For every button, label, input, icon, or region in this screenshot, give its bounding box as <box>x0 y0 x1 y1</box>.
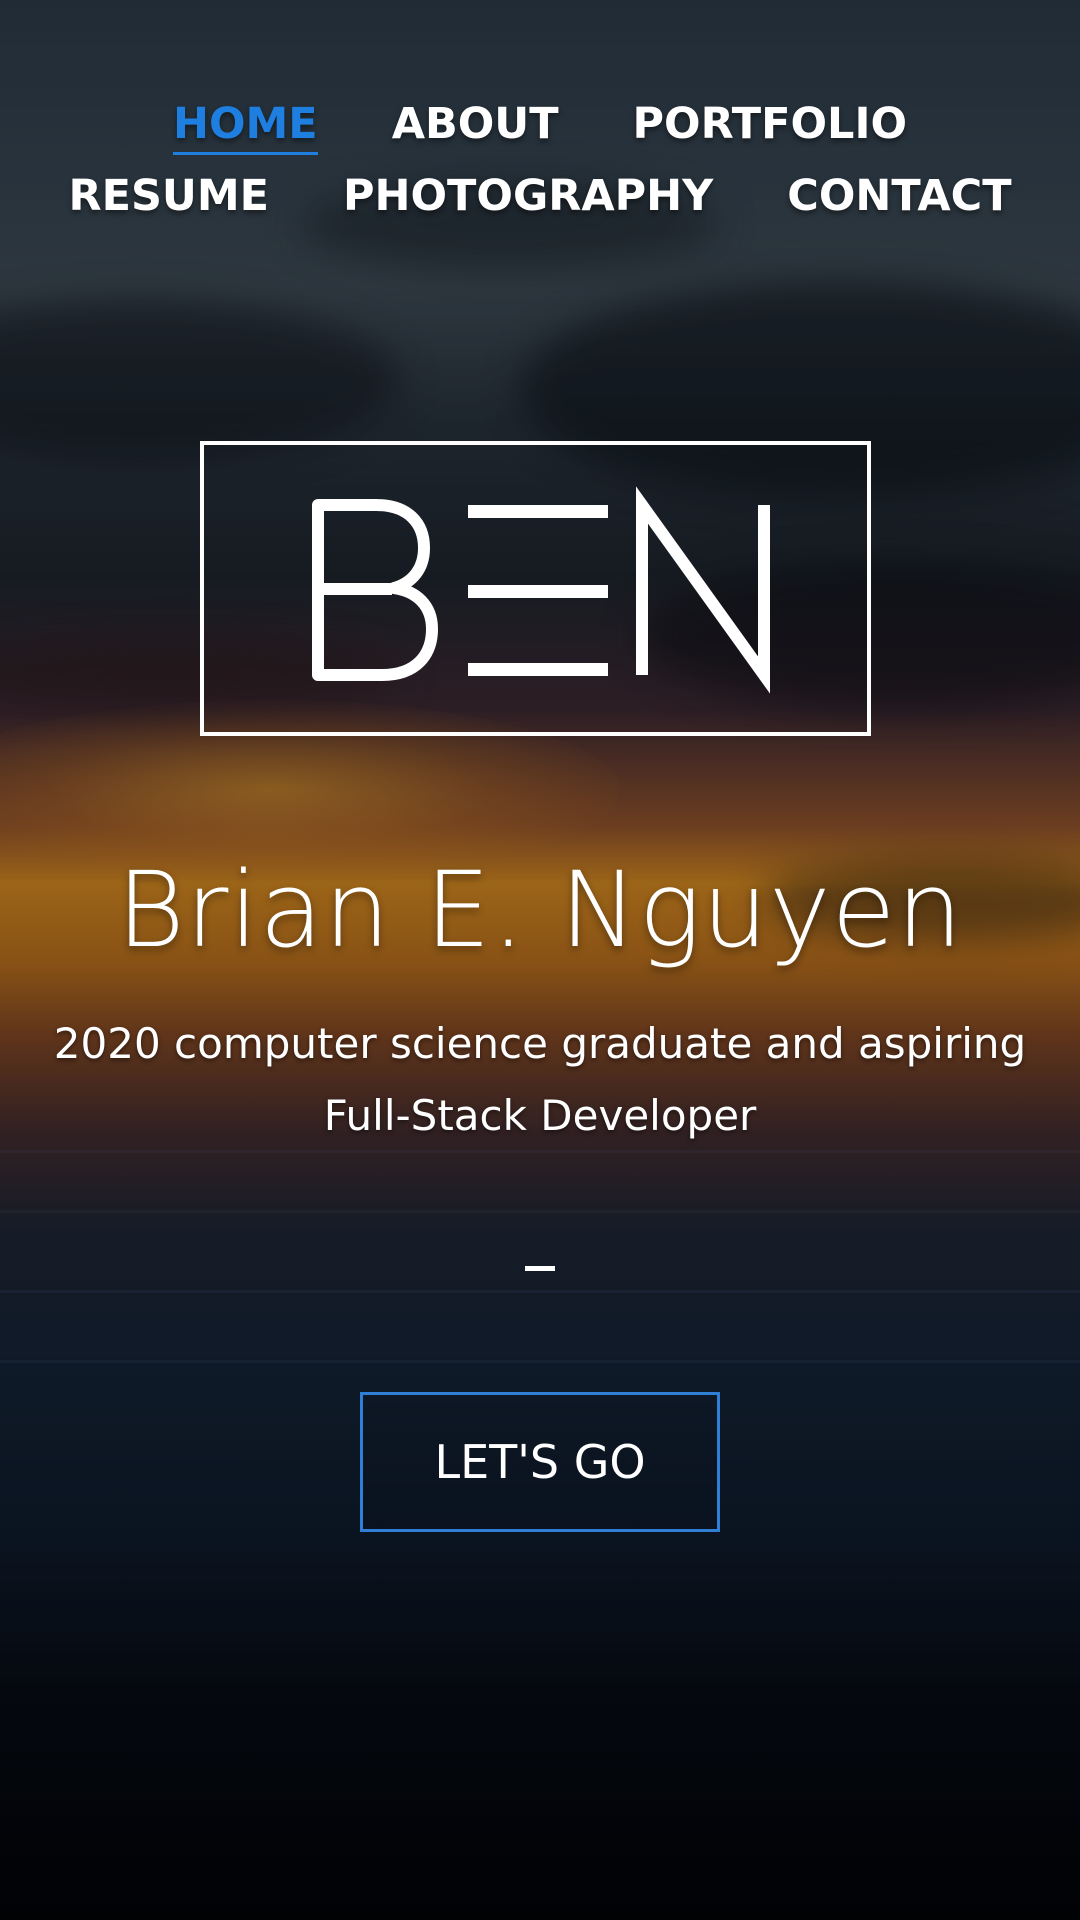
main-nav: HOME ABOUT PORTFOLIO RESUME PHOTOGRAPHY … <box>0 96 1080 240</box>
page: HOME ABOUT PORTFOLIO RESUME PHOTOGRAPHY … <box>0 0 1080 1920</box>
nav-row-2: RESUME PHOTOGRAPHY CONTACT <box>0 168 1080 240</box>
nav-item-contact[interactable]: CONTACT <box>787 168 1011 224</box>
ben-logo-mark <box>312 486 770 694</box>
nav-item-home[interactable]: HOME <box>172 96 318 155</box>
hero-subtitle: 2020 computer science graduate and aspir… <box>53 1019 1027 1140</box>
divider <box>525 1266 555 1271</box>
nav-item-resume[interactable]: RESUME <box>68 168 269 224</box>
nav-item-about[interactable]: ABOUT <box>392 96 559 152</box>
nav-item-photography[interactable]: PHOTOGRAPHY <box>343 168 713 224</box>
ben-logo <box>200 441 871 736</box>
nav-row-1: HOME ABOUT PORTFOLIO <box>0 96 1080 168</box>
lets-go-button[interactable]: LET'S GO <box>360 1392 720 1532</box>
hero-name: Brian E. Nguyen <box>116 849 964 971</box>
nav-item-portfolio[interactable]: PORTFOLIO <box>633 96 907 152</box>
